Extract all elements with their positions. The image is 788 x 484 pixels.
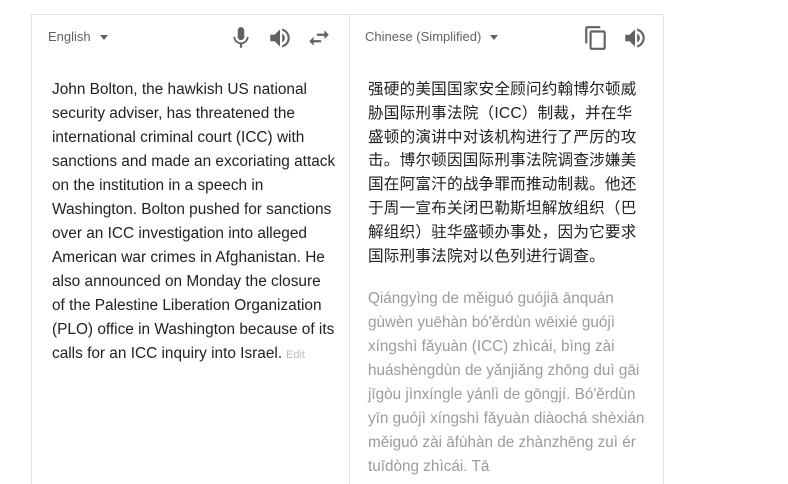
chevron-down-icon: [99, 34, 108, 40]
swap-languages-icon[interactable]: [306, 25, 332, 51]
target-language-selector[interactable]: Chinese (Simplified): [365, 29, 499, 44]
target-language-label: Chinese (Simplified): [365, 29, 482, 44]
translate-card: English John Bolton, the hawkish US nati…: [31, 14, 664, 484]
translation-text: 强硬的美国国家安全顾问约翰博尔顿威胁国际刑事法院（ICC）制裁，并在华盛顿的演讲…: [368, 81, 637, 265]
source-language-selector[interactable]: English: [48, 29, 108, 44]
target-toolbar: Chinese (Simplified): [350, 15, 663, 61]
source-text-content: John Bolton, the hawkish US national sec…: [52, 81, 336, 362]
speaker-icon[interactable]: [622, 25, 648, 51]
source-text[interactable]: John Bolton, the hawkish US national sec…: [52, 78, 337, 367]
source-language-label: English: [48, 29, 91, 44]
microphone-icon[interactable]: [228, 25, 254, 51]
edit-link[interactable]: Edit: [286, 349, 305, 361]
target-pane: Chinese (Simplified) 强硬的美国国家安全顾问约翰博尔顿威胁国…: [349, 15, 663, 484]
source-toolbar: English: [32, 15, 349, 61]
source-pane: English John Bolton, the hawkish US nati…: [32, 15, 349, 484]
speaker-icon[interactable]: [267, 25, 293, 51]
copy-icon[interactable]: [583, 25, 609, 51]
romanization-text: Qiángyìng de měiguó guójiā ānquán gùwèn …: [368, 290, 645, 475]
chevron-down-icon: [490, 34, 499, 40]
